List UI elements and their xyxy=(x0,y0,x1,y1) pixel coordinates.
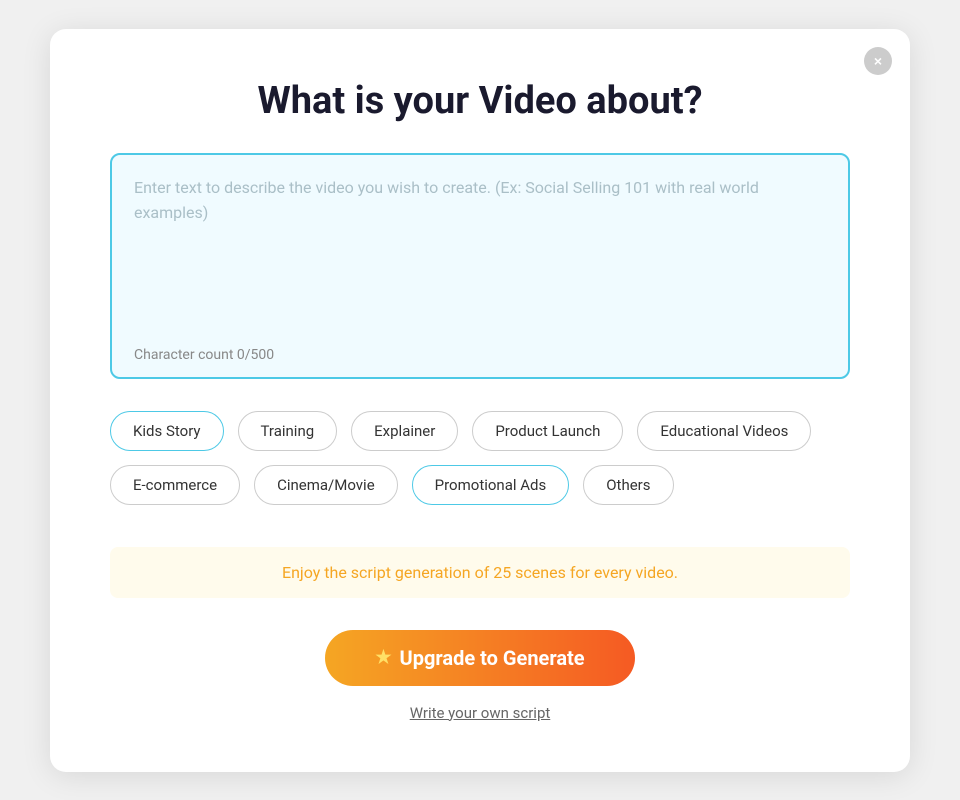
upgrade-label: Upgrade to Generate xyxy=(400,646,585,670)
tag-button[interactable]: Others xyxy=(583,465,673,505)
main-modal: × What is your Video about? Character co… xyxy=(50,29,910,772)
tags-row-1: Kids Story Training Explainer Product Launc… xyxy=(110,411,850,451)
tag-button[interactable]: Product Launch xyxy=(472,411,623,451)
notice-bar: Enjoy the script generation of 25 scenes… xyxy=(110,547,850,598)
tag-button[interactable]: Cinema/Movie xyxy=(254,465,398,505)
video-description-input[interactable] xyxy=(134,175,826,335)
notice-text: Enjoy the script generation of 25 scenes… xyxy=(282,563,678,582)
textarea-wrapper: Character count 0/500 xyxy=(110,153,850,379)
own-script-link[interactable]: Write your own script xyxy=(410,704,551,722)
tag-button[interactable]: Promotional Ads xyxy=(412,465,570,505)
close-button[interactable]: × xyxy=(864,47,892,75)
tag-button[interactable]: Training xyxy=(238,411,338,451)
tag-button[interactable]: Kids Story xyxy=(110,411,224,451)
tag-button[interactable]: Educational Videos xyxy=(637,411,811,451)
tags-section: Kids Story Training Explainer Product Launc… xyxy=(110,411,850,519)
tags-row-2: E-commerce Cinema/Movie Promotional Ads Oth… xyxy=(110,465,850,505)
upgrade-star-icon: ★ xyxy=(375,647,391,668)
char-count-label: Character count 0/500 xyxy=(134,347,826,363)
upgrade-button[interactable]: ★ Upgrade to Generate xyxy=(325,630,634,686)
tag-button[interactable]: Explainer xyxy=(351,411,458,451)
page-title: What is your Video about? xyxy=(257,79,702,123)
tag-button[interactable]: E-commerce xyxy=(110,465,240,505)
